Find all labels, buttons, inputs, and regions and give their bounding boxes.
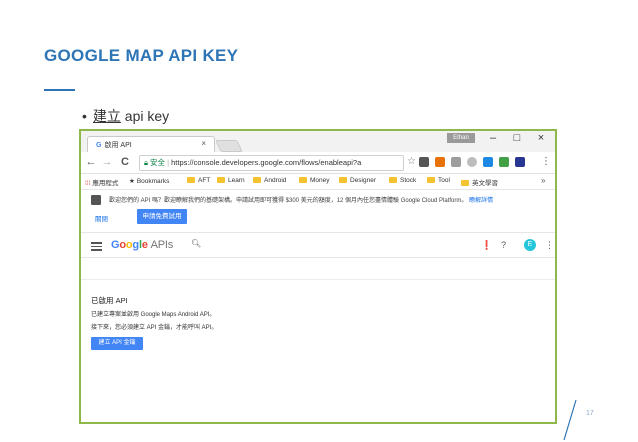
tab-title: 啟用 API <box>104 142 132 149</box>
browser-toolbar: ← → C 🔒︎ 安全 | https://console.developers.… <box>81 152 555 174</box>
folder-icon <box>217 177 225 184</box>
bookmarks-bar: ⁞⁞⁞ 應用程式 ★ Bookmarks AFT Learn Android Mon… <box>81 174 555 190</box>
bookmark-folder[interactable]: 英文學習 <box>461 177 498 187</box>
bullet-item: • 建立 api key <box>82 106 169 126</box>
extension-icon[interactable] <box>451 157 461 167</box>
extension-icon[interactable] <box>467 157 477 167</box>
profile-chip[interactable]: Ethan <box>447 133 475 143</box>
bookmark-folder[interactable]: Stock <box>389 177 416 184</box>
browser-tab[interactable]: G 啟用 API × <box>87 136 215 152</box>
bullet-text: api key <box>120 108 170 124</box>
decorative-slash <box>563 399 577 441</box>
back-button[interactable]: ← <box>85 156 97 168</box>
extension-icon[interactable] <box>419 157 429 167</box>
folder-icon <box>461 180 469 187</box>
maximize-button[interactable]: □ <box>507 132 527 144</box>
window-close-button[interactable]: × <box>531 132 551 144</box>
folder-icon <box>339 177 347 184</box>
forward-button[interactable]: → <box>101 156 113 168</box>
extension-icon[interactable] <box>483 157 493 167</box>
extension-icon[interactable] <box>499 157 509 167</box>
bullet-prefix: 建立 <box>92 108 121 124</box>
minimize-button[interactable]: – <box>483 132 503 144</box>
browser-titlebar: G 啟用 API × Ethan – □ × <box>81 131 555 152</box>
extension-icon[interactable] <box>515 157 525 167</box>
google-g-icon: G <box>96 142 102 149</box>
extension-icon[interactable] <box>435 157 445 167</box>
bookmark-folder[interactable]: Designer <box>339 177 376 184</box>
bookmark-folder[interactable]: Money <box>299 177 330 184</box>
google-apis-logo[interactable]: Google APIs <box>111 239 173 251</box>
dismiss-link[interactable]: 關閉 <box>95 213 108 223</box>
create-api-key-button[interactable]: 建立 API 金鑰 <box>91 337 143 350</box>
bookmark-folder[interactable]: Learn <box>217 177 245 184</box>
notifications-icon[interactable]: ❗ <box>481 240 492 251</box>
bullet-dot: • <box>82 108 87 124</box>
address-bar[interactable]: 🔒︎ 安全 | https://console.developers.google… <box>139 155 404 171</box>
console-menu-icon[interactable]: ⋮ <box>545 240 554 251</box>
logo-google-text: Google <box>111 239 148 251</box>
learn-more-link[interactable]: 瞭解詳情 <box>469 198 493 204</box>
title-underline <box>44 89 75 91</box>
promo-banner: 歡迎您們的 API 嗎？歡迎瞭解我們的基礎架構。申請試用即可獲得 $300 美元… <box>81 190 555 232</box>
console-header: Google APIs 🔍︎ ❗ ? E ⋮ <box>81 232 555 258</box>
logo-apis-text: APIs <box>150 239 174 251</box>
project-created-message: 已建立專案並啟用 Google Maps Android API。 <box>91 312 216 318</box>
folder-icon <box>389 177 397 184</box>
hamburger-menu-icon[interactable] <box>91 242 102 253</box>
search-icon: 🔍︎ <box>191 239 202 248</box>
bookmark-folder[interactable]: AFT <box>187 177 210 184</box>
avatar[interactable]: E <box>524 239 536 251</box>
console-search-input[interactable]: 🔍︎ <box>185 238 465 253</box>
console-content: 已啟用 API 已建立專案並啟用 Google Maps Android API… <box>81 258 555 422</box>
bookmark-folder[interactable]: Tool <box>427 177 450 184</box>
browser-screenshot: G 啟用 API × Ethan – □ × ← → C 🔒︎ 安全 | https… <box>79 129 557 424</box>
folder-icon <box>427 177 435 184</box>
reload-button[interactable]: C <box>119 156 131 168</box>
star-icon: ★ <box>129 178 135 185</box>
browser-menu-icon[interactable]: ⋮ <box>541 156 551 167</box>
promo-text: 歡迎您們的 API 嗎？歡迎瞭解我們的基礎架構。申請試用即可獲得 $300 美元… <box>109 198 494 204</box>
page-number: 17 <box>586 410 594 417</box>
enabled-api-title: 已啟用 API <box>91 296 128 305</box>
gift-icon <box>91 195 101 205</box>
lock-icon: 🔒︎ <box>144 158 148 167</box>
new-tab-button[interactable] <box>215 140 243 152</box>
folder-icon <box>253 177 261 184</box>
apps-grid-icon: ⁞⁞⁞ <box>85 180 91 187</box>
bookmark-folder[interactable]: Android <box>253 177 286 184</box>
secure-label: 安全 <box>150 158 165 167</box>
url-text: https://console.developers.google.com/fl… <box>171 158 362 167</box>
create-key-instruction: 接下來，您必須建立 API 金鑰，才能呼叫 API。 <box>91 325 218 331</box>
help-icon[interactable]: ? <box>501 240 506 250</box>
bookmark-star-icon[interactable]: ☆ <box>407 156 416 167</box>
folder-icon <box>187 177 195 184</box>
slide-title: GOOGLE MAP API KEY <box>44 46 239 65</box>
folder-icon <box>299 177 307 184</box>
tab-close-button[interactable]: × <box>201 139 206 148</box>
bookmarks-overflow-button[interactable]: » <box>541 176 545 185</box>
bookmark-bookmarks[interactable]: ★ Bookmarks <box>129 177 169 185</box>
free-trial-button[interactable]: 申請免費試用 <box>137 209 187 224</box>
content-header-strip <box>81 258 555 280</box>
bookmark-apps[interactable]: ⁞⁞⁞ 應用程式 <box>85 177 118 187</box>
